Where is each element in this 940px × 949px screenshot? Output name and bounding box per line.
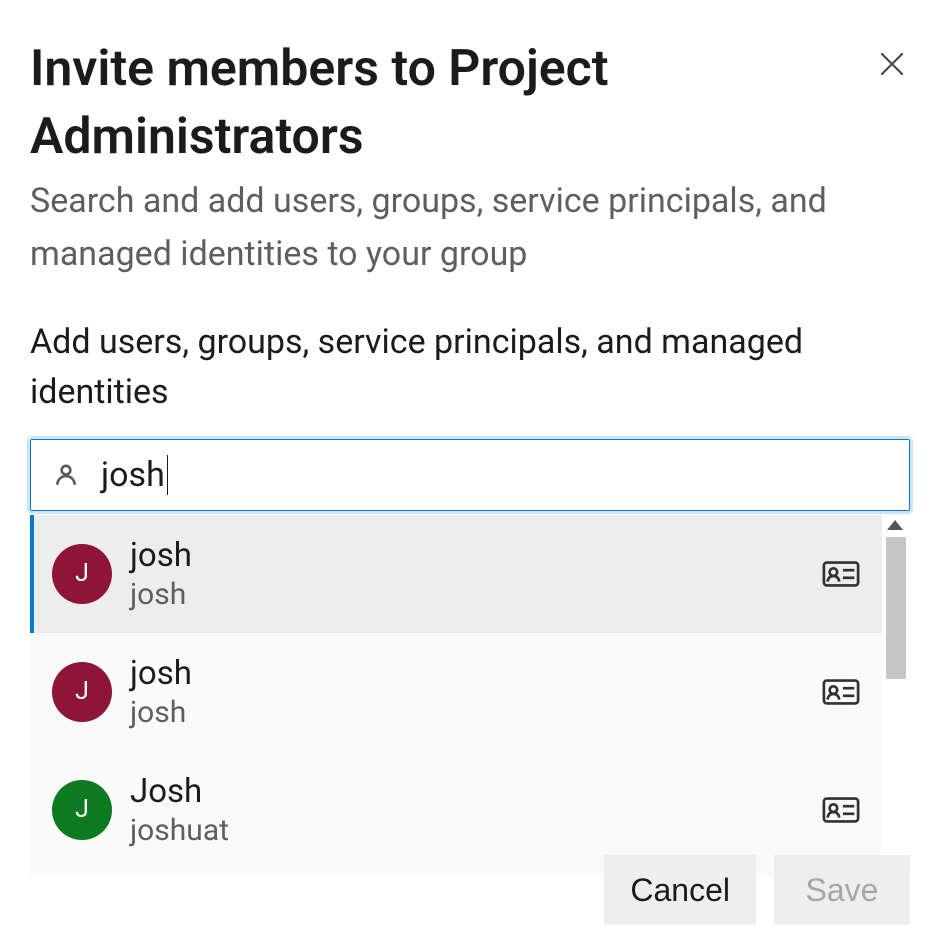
- search-result-item[interactable]: J josh josh: [30, 633, 882, 751]
- contact-card-icon: [822, 558, 860, 590]
- avatar: J: [52, 662, 112, 722]
- dialog-title: Invite members to Project Administrators: [30, 36, 870, 171]
- search-results-list: J josh josh: [30, 515, 882, 875]
- scroll-thumb[interactable]: [886, 537, 906, 679]
- avatar-initial: J: [75, 559, 89, 588]
- cancel-button[interactable]: Cancel: [604, 855, 756, 925]
- result-text: josh josh: [130, 653, 822, 732]
- avatar: J: [52, 780, 112, 840]
- search-results-dropdown: J josh josh: [30, 515, 910, 875]
- avatar-initial: J: [75, 677, 89, 706]
- avatar: J: [52, 544, 112, 604]
- invite-members-dialog: Invite members to Project Administrators…: [0, 0, 940, 949]
- result-subtitle: joshuat: [130, 812, 822, 850]
- search-input[interactable]: josh: [30, 439, 910, 511]
- close-icon: [876, 68, 908, 83]
- result-subtitle: josh: [130, 694, 822, 732]
- avatar-initial: J: [75, 795, 89, 824]
- contact-card-icon: [822, 676, 860, 708]
- search-input-value: josh: [101, 455, 168, 495]
- result-name: josh: [130, 535, 822, 576]
- result-text: Josh joshuat: [130, 771, 822, 850]
- contact-card-icon: [822, 794, 860, 826]
- result-name: josh: [130, 653, 822, 694]
- dialog-footer: Cancel Save: [604, 855, 910, 925]
- result-subtitle: josh: [130, 576, 822, 614]
- search-field-label: Add users, groups, service principals, a…: [30, 318, 910, 417]
- search-result-item[interactable]: J josh josh: [30, 515, 882, 633]
- text-caret: [167, 455, 168, 495]
- search-field-wrap: josh J josh josh: [30, 439, 910, 511]
- person-icon: [53, 462, 79, 488]
- result-text: josh josh: [130, 535, 822, 614]
- save-button[interactable]: Save: [774, 855, 910, 925]
- dialog-subtitle: Search and add users, groups, service pr…: [30, 175, 910, 280]
- dropdown-scrollbar[interactable]: [882, 515, 910, 875]
- scroll-up-arrow-icon: [882, 515, 908, 535]
- dialog-header: Invite members to Project Administrators: [30, 36, 910, 171]
- search-result-item[interactable]: J Josh joshuat: [30, 751, 882, 869]
- result-name: Josh: [130, 771, 822, 812]
- close-button[interactable]: [870, 42, 914, 89]
